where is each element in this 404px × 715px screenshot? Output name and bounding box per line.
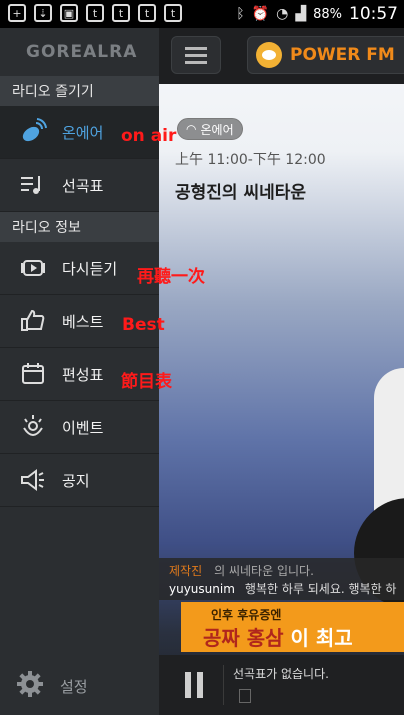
nav-label-playlist: 선곡표	[62, 176, 104, 195]
menu-button[interactable]	[171, 36, 221, 74]
playlist-empty-text: 선곡표가 없습니다.	[233, 667, 329, 681]
replay-icon	[18, 253, 48, 283]
twitter-icon: t	[164, 4, 182, 22]
ad-banner[interactable]: 인후 후유증엔 공짜 홍삼 이 최고	[181, 602, 404, 652]
on-air-badge: ◠ 온에어	[177, 118, 243, 140]
wifi-icon: ◔	[276, 6, 289, 22]
program-title: 공형진의 씨네타운	[175, 183, 307, 203]
nav-item-event[interactable]: 이벤트	[0, 401, 159, 454]
ticker-line1: 의 씨네타운 입니다.	[214, 564, 314, 578]
gear-icon	[16, 670, 44, 702]
twitter-icon: t	[138, 4, 156, 22]
app-logo: GOREALRA	[26, 42, 138, 62]
status-bar: + ⇣ ▣ t t t t ᛒ ⏰ ◔ ▟ 88% 10:57	[0, 0, 404, 28]
settings-label: 설정	[60, 677, 88, 696]
alarm-icon: ⏰	[251, 6, 270, 22]
signal-icon: ▟	[295, 6, 307, 22]
annotation-replay: 再聽一次	[137, 267, 205, 287]
nav-label-notice: 공지	[62, 471, 90, 490]
megaphone-icon	[18, 465, 48, 495]
banner-line2b: 이 최고	[290, 626, 353, 650]
nav-item-replay[interactable]: 다시듣기	[0, 242, 159, 295]
app-notification-icon: ▣	[60, 4, 78, 22]
battery-level: 88%	[313, 6, 342, 22]
channel-label: POWER FM	[290, 45, 395, 65]
on-air-badge-label: 온에어	[200, 122, 234, 137]
ticker-user: yuyusunim	[169, 582, 235, 596]
top-bar: POWER FM	[159, 28, 404, 84]
channel-mascot-icon	[256, 42, 282, 68]
annotation-schedule: 節目表	[121, 372, 172, 392]
ticker-line2: 행복한 하루 되세요. 행복한 하	[244, 582, 397, 596]
twitter-icon: t	[112, 4, 130, 22]
nav-item-notice[interactable]: 공지	[0, 454, 159, 507]
on-air-satellite-icon	[18, 117, 48, 147]
channel-selector[interactable]: POWER FM	[247, 36, 404, 74]
section-header-info: 라디오 정보	[0, 212, 159, 242]
annotation-best: Best	[122, 315, 165, 335]
nav-item-playlist[interactable]: 선곡표	[0, 159, 159, 212]
nav-label-best: 베스트	[62, 312, 104, 331]
hamburger-icon	[185, 53, 207, 57]
banner-line1: 인후 후유증엔	[211, 608, 282, 622]
banner-line2a: 공짜 홍삼	[203, 626, 284, 650]
section-header-listen: 라디오 즐기기	[0, 76, 159, 106]
ticker-producer: 제작진	[169, 564, 203, 578]
document-icon	[239, 689, 251, 703]
annotation-on-air: on air	[121, 126, 177, 146]
player-bar: 선곡표가 없습니다.	[159, 655, 404, 715]
calendar-icon	[18, 359, 48, 389]
nav-label-schedule: 편성표	[62, 365, 104, 384]
settings-button[interactable]: 설정	[0, 657, 159, 715]
clock: 10:57	[349, 4, 398, 24]
program-time-range: 上午 11:00-下午 12:00	[175, 152, 326, 168]
nav-label-on-air: 온에어	[62, 123, 104, 142]
music-playlist-icon	[18, 170, 48, 200]
add-notification-icon: +	[8, 4, 26, 22]
wifi-icon: ◠	[186, 122, 197, 136]
bluetooth-icon: ᛒ	[236, 6, 245, 22]
main-content: POWER FM ◠ 온에어 上午 11:00-下午 12:00 공형진의 씨네…	[159, 28, 404, 715]
thumbs-up-icon	[18, 306, 48, 336]
download-icon: ⇣	[34, 4, 52, 22]
player-divider	[223, 665, 224, 705]
twitter-icon: t	[86, 4, 104, 22]
nav-label-event: 이벤트	[62, 418, 104, 437]
event-icon	[18, 412, 48, 442]
nav-label-replay: 다시듣기	[62, 259, 118, 278]
message-ticker[interactable]: 제작진 의 씨네타운 입니다. yuyusunim 행복한 하루 되세요. 행복한 …	[159, 558, 404, 600]
pause-button[interactable]	[183, 672, 205, 698]
